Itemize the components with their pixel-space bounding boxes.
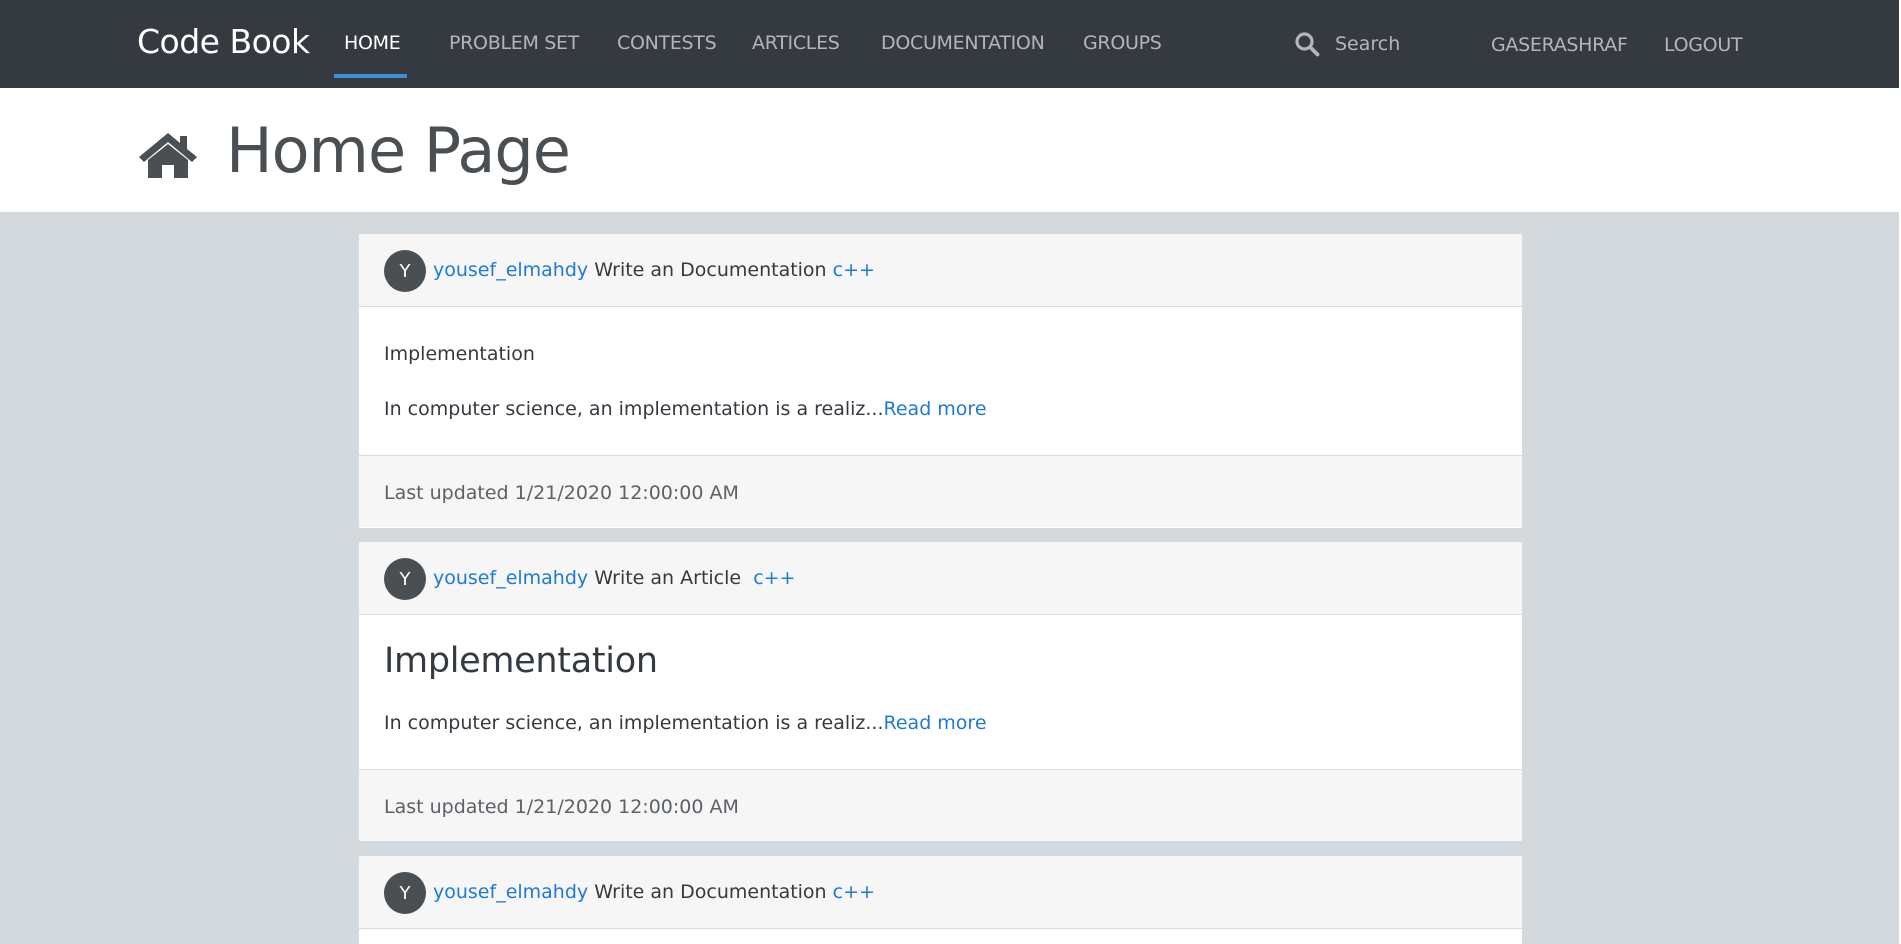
nav-link-problem-set[interactable]: PROBLEM SET <box>449 32 579 54</box>
author-link[interactable]: yousef_elmahdy <box>433 567 588 589</box>
card-body: Implementation In computer science, an i… <box>359 307 1522 455</box>
nav-link-contests[interactable]: CONTESTS <box>617 32 717 54</box>
tag-link[interactable]: c++ <box>753 567 795 589</box>
nav-link-articles[interactable]: ARTICLES <box>752 32 840 54</box>
activity-action: Write an Documentation <box>594 259 827 281</box>
avatar[interactable]: Y <box>384 558 426 600</box>
post-title: Implementation <box>384 641 658 681</box>
post-title: Implementation <box>384 343 535 365</box>
read-more-link[interactable]: Read more <box>884 398 987 420</box>
card-body: Implementation In computer science, an i… <box>359 615 1522 769</box>
feed-card: Y yousef_elmahdy Write an Documentation … <box>358 855 1523 944</box>
feed-card: Y yousef_elmahdy Write an Article c++ Im… <box>358 541 1523 842</box>
card-header: Y yousef_elmahdy Write an Article c++ <box>359 542 1522 615</box>
excerpt-text: In computer science, an implementation i… <box>384 712 884 734</box>
nav-link-home[interactable]: HOME <box>344 32 401 54</box>
post-excerpt: In computer science, an implementation i… <box>384 712 987 734</box>
top-navbar: Code Book HOME PROBLEM SET CONTESTS ARTI… <box>0 0 1901 88</box>
card-header: Y yousef_elmahdy Write an Documentation … <box>359 234 1522 307</box>
last-updated: Last updated 1/21/2020 12:00:00 AM <box>384 482 739 504</box>
avatar[interactable]: Y <box>384 872 426 914</box>
excerpt-text: In computer science, an implementation i… <box>384 398 884 420</box>
activity-line: yousef_elmahdy Write an Documentation c+… <box>433 881 875 903</box>
card-header: Y yousef_elmahdy Write an Documentation … <box>359 856 1522 929</box>
page-title: Home Page <box>226 114 571 187</box>
tag-link[interactable]: c++ <box>833 259 875 281</box>
read-more-link[interactable]: Read more <box>884 712 987 734</box>
card-footer: Last updated 1/21/2020 12:00:00 AM <box>359 455 1522 527</box>
search-input[interactable] <box>1335 28 1455 60</box>
home-icon <box>139 133 197 178</box>
avatar[interactable]: Y <box>384 250 426 292</box>
user-profile-link[interactable]: GASERASHRAF <box>1491 34 1628 56</box>
activity-line: yousef_elmahdy Write an Documentation c+… <box>433 259 875 281</box>
activity-action: Write an Article <box>594 567 742 589</box>
nav-link-groups[interactable]: GROUPS <box>1083 32 1162 54</box>
post-excerpt: In computer science, an implementation i… <box>384 398 987 420</box>
nav-link-documentation[interactable]: DOCUMENTATION <box>881 32 1045 54</box>
logout-link[interactable]: LOGOUT <box>1664 34 1743 56</box>
active-nav-indicator <box>334 74 407 78</box>
activity-action: Write an Documentation <box>594 881 827 903</box>
author-link[interactable]: yousef_elmahdy <box>433 259 588 281</box>
card-footer: Last updated 1/21/2020 12:00:00 AM <box>359 769 1522 841</box>
search-icon[interactable] <box>1294 31 1320 57</box>
activity-line: yousef_elmahdy Write an Article c++ <box>433 567 795 589</box>
last-updated: Last updated 1/21/2020 12:00:00 AM <box>384 796 739 818</box>
author-link[interactable]: yousef_elmahdy <box>433 881 588 903</box>
brand-logo[interactable]: Code Book <box>137 22 310 61</box>
tag-link[interactable]: c++ <box>833 881 875 903</box>
feed-card: Y yousef_elmahdy Write an Documentation … <box>358 233 1523 529</box>
